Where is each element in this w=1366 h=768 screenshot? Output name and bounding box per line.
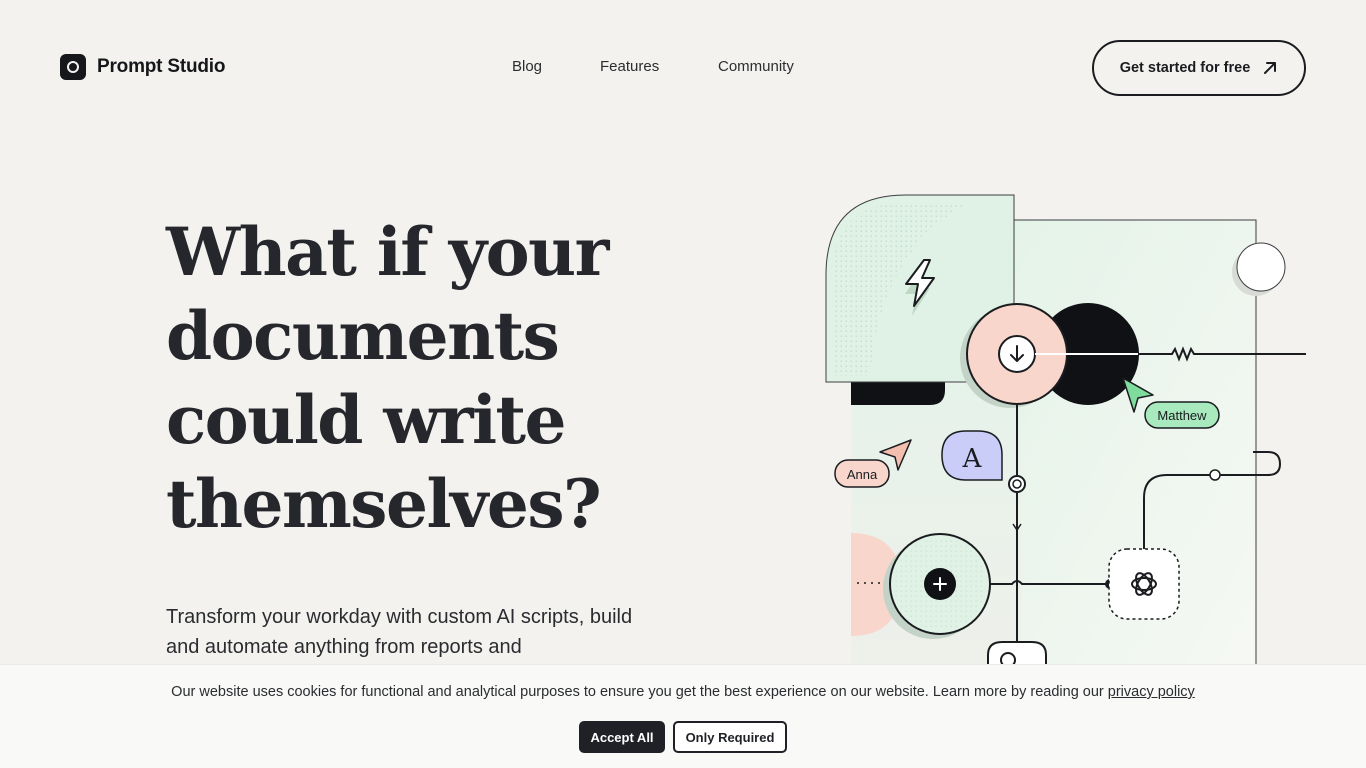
privacy-policy-link[interactable]: privacy policy [1108, 684, 1195, 700]
illus-ai-node [1108, 548, 1180, 620]
nav-features[interactable]: Features [600, 58, 659, 75]
illus-white-circle [1236, 242, 1286, 292]
nav-community[interactable]: Community [718, 58, 794, 75]
nav-blog[interactable]: Blog [512, 58, 542, 75]
letter-bubble-text: A [962, 444, 983, 474]
cookie-banner: Our website uses cookies for functional … [0, 664, 1366, 768]
hero-subtext: Transform your workday with custom AI sc… [166, 606, 633, 658]
get-started-label: Get started for free [1119, 60, 1251, 76]
cookie-message-row: Our website uses cookies for functional … [0, 684, 1366, 700]
accept-all-button[interactable]: Accept All [579, 721, 665, 753]
hero-headline: What if your documents could write thems… [166, 213, 609, 543]
get-started-button[interactable]: Get started for free [1092, 40, 1306, 96]
arrow-up-right-icon [1264, 62, 1277, 74]
cursor-label-anna: Anna [847, 467, 878, 482]
only-required-button[interactable]: Only Required [673, 721, 787, 753]
hero-illustration: Matthew A Anna [825, 194, 1306, 665]
cookie-message: Our website uses cookies for functional … [171, 684, 1104, 700]
cursor-label-matthew: Matthew [1157, 408, 1207, 423]
